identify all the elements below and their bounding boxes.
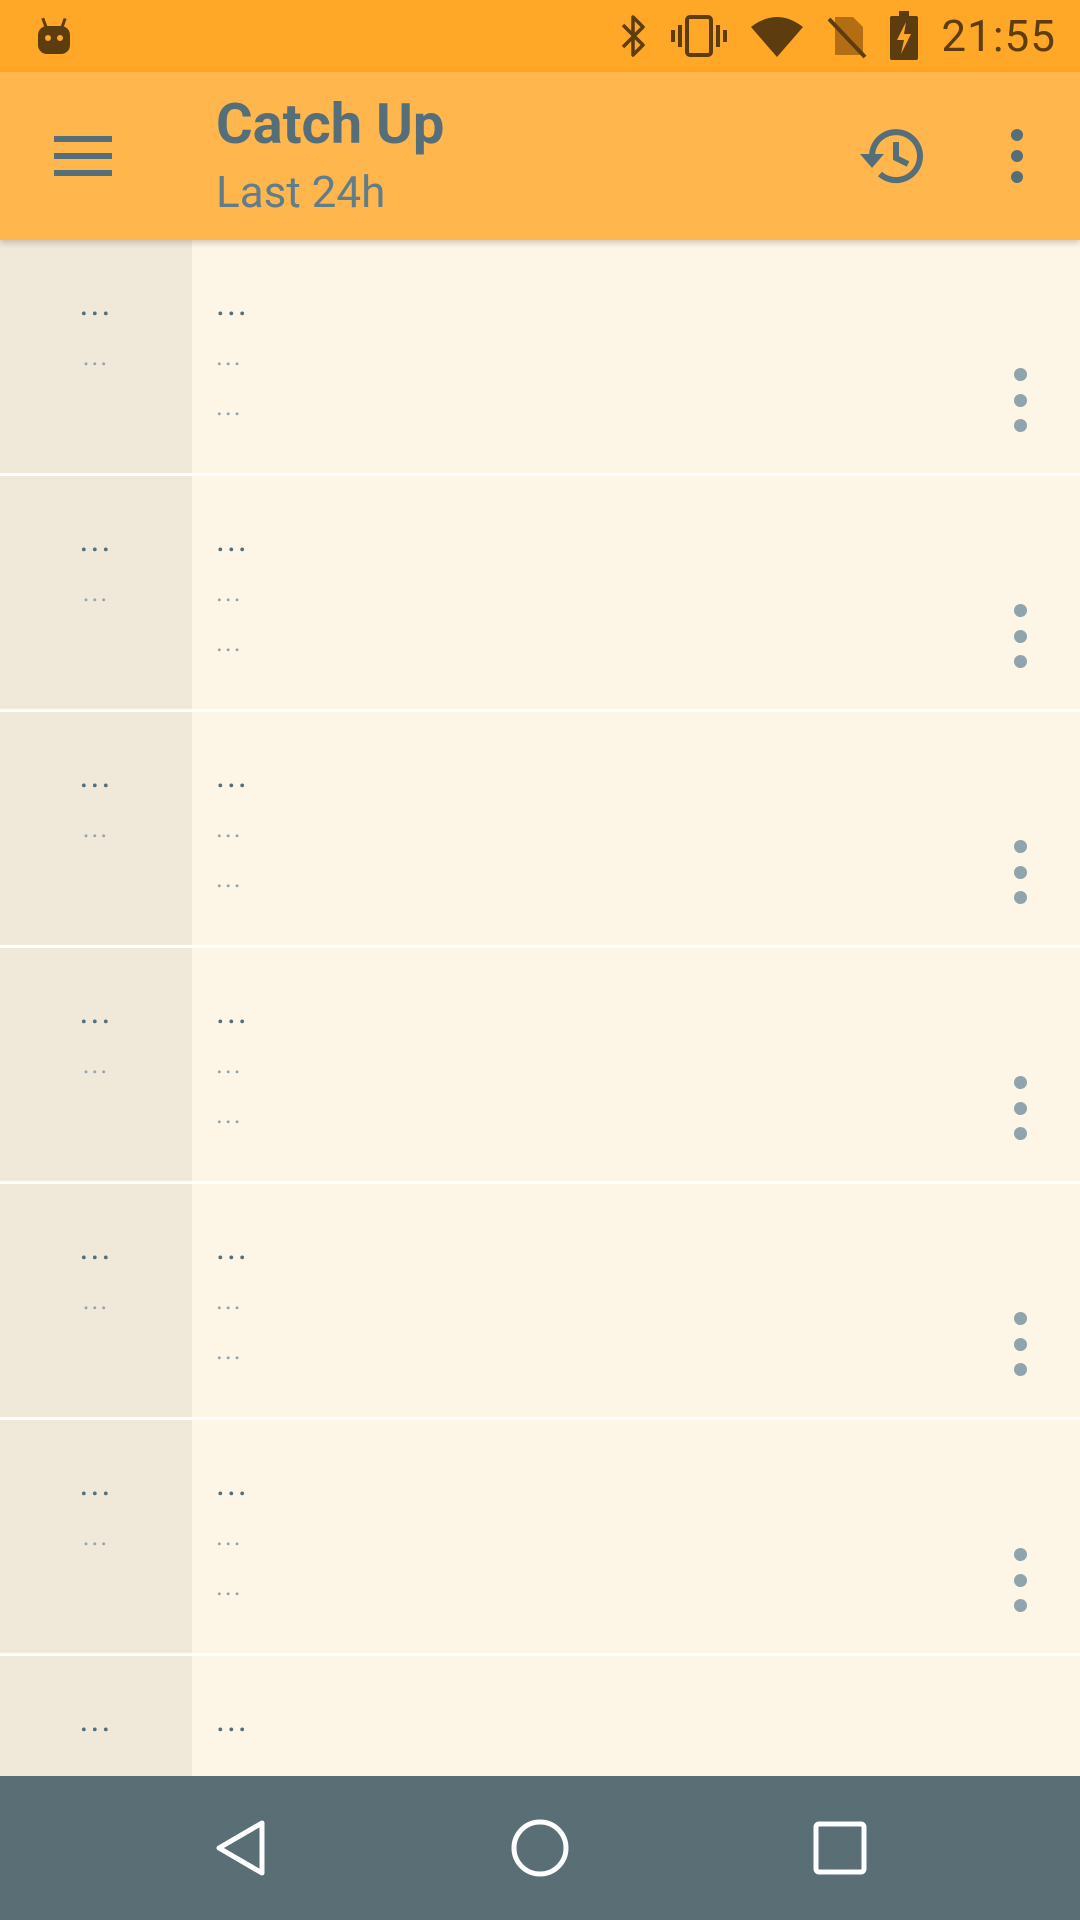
item-more-button[interactable] [996,1548,1044,1612]
item-more-button[interactable] [996,604,1044,668]
story-content[interactable]: ... ... ... [192,476,1080,709]
bluetooth-icon [617,13,649,59]
comment-count: ... [82,1286,110,1316]
page-subtitle: Last 24h [216,165,386,218]
score-column: ... [0,1656,192,1776]
history-button[interactable] [828,72,954,240]
score: ... [79,1228,113,1268]
comment-count: ... [82,1522,110,1552]
no-sim-icon [827,13,867,59]
more-vert-icon [1011,129,1023,183]
story-meta-source: ... [216,578,243,608]
score: ... [79,284,113,324]
system-navigation-bar [0,1776,1080,1920]
comment-count: ... [82,814,110,844]
story-content[interactable]: ... ... ... [192,712,1080,945]
navigation-menu-button[interactable] [0,72,168,240]
story-content[interactable]: ... [192,1656,1080,1776]
story-meta-source: ... [216,1522,243,1552]
recents-button[interactable] [785,1793,895,1903]
comment-count: ... [82,1050,110,1080]
list-item[interactable]: ... ... [0,1656,1080,1776]
story-title: ... [216,284,249,324]
story-content[interactable]: ... ... ... [192,948,1080,1181]
story-title: ... [216,992,249,1032]
list-item[interactable]: ... ... ... ... ... [0,1184,1080,1420]
back-icon [216,1820,265,1876]
status-time: 21:55 [941,10,1056,62]
item-more-button[interactable] [996,368,1044,432]
score-column: ... ... [0,1184,192,1417]
item-more-button[interactable] [996,1312,1044,1376]
story-title: ... [216,520,249,560]
item-more-button[interactable] [996,840,1044,904]
story-meta-time: ... [216,392,243,422]
score: ... [79,756,113,796]
story-content[interactable]: ... ... ... [192,1420,1080,1653]
score-column: ... ... [0,476,192,709]
history-icon [860,129,923,184]
score: ... [79,1700,113,1740]
story-meta-time: ... [216,628,243,658]
story-meta-time: ... [216,864,243,894]
comment-count: ... [82,578,110,608]
list-item[interactable]: ... ... ... ... ... [0,1420,1080,1656]
list-item[interactable]: ... ... ... ... ... [0,948,1080,1184]
app-bar: Catch Up Last 24h [0,72,1080,240]
score-column: ... ... [0,712,192,945]
score: ... [79,520,113,560]
screen: 21:55 Catch Up Last 24h ... ... ... ... … [0,0,1080,1920]
battery-charging-icon [889,11,919,61]
status-bar: 21:55 [0,0,1080,72]
story-title: ... [216,1700,249,1740]
page-title: Catch Up [216,91,445,158]
score-column: ... ... [0,1420,192,1653]
android-notification-icon [36,16,72,56]
story-title: ... [216,1228,249,1268]
comment-count: ... [82,342,110,372]
score-column: ... ... [0,240,192,473]
story-meta-source: ... [216,1050,243,1080]
story-meta-time: ... [216,1100,243,1130]
story-content[interactable]: ... ... ... [192,1184,1080,1417]
story-meta-source: ... [216,342,243,372]
overflow-menu-button[interactable] [954,72,1080,240]
vibrate-icon [671,13,728,59]
recents-icon [813,1821,867,1875]
list-item[interactable]: ... ... ... ... ... [0,476,1080,712]
story-meta-time: ... [216,1336,243,1366]
story-title: ... [216,1464,249,1504]
list-item[interactable]: ... ... ... ... ... [0,712,1080,948]
hamburger-menu-icon [54,136,112,176]
item-more-button[interactable] [996,1076,1044,1140]
title-block: Catch Up Last 24h [168,94,828,218]
score: ... [79,1464,113,1504]
story-meta-source: ... [216,814,243,844]
score: ... [79,992,113,1032]
story-content[interactable]: ... ... ... [192,240,1080,473]
back-button[interactable] [185,1793,295,1903]
wifi-icon [749,13,805,59]
home-button[interactable] [485,1793,595,1903]
home-icon [511,1819,569,1877]
list-item[interactable]: ... ... ... ... ... [0,240,1080,476]
story-meta-time: ... [216,1572,243,1602]
score-column: ... ... [0,948,192,1181]
story-list[interactable]: ... ... ... ... ... ... ... ... ... ... [0,240,1080,1776]
story-title: ... [216,756,249,796]
story-meta-source: ... [216,1286,243,1316]
